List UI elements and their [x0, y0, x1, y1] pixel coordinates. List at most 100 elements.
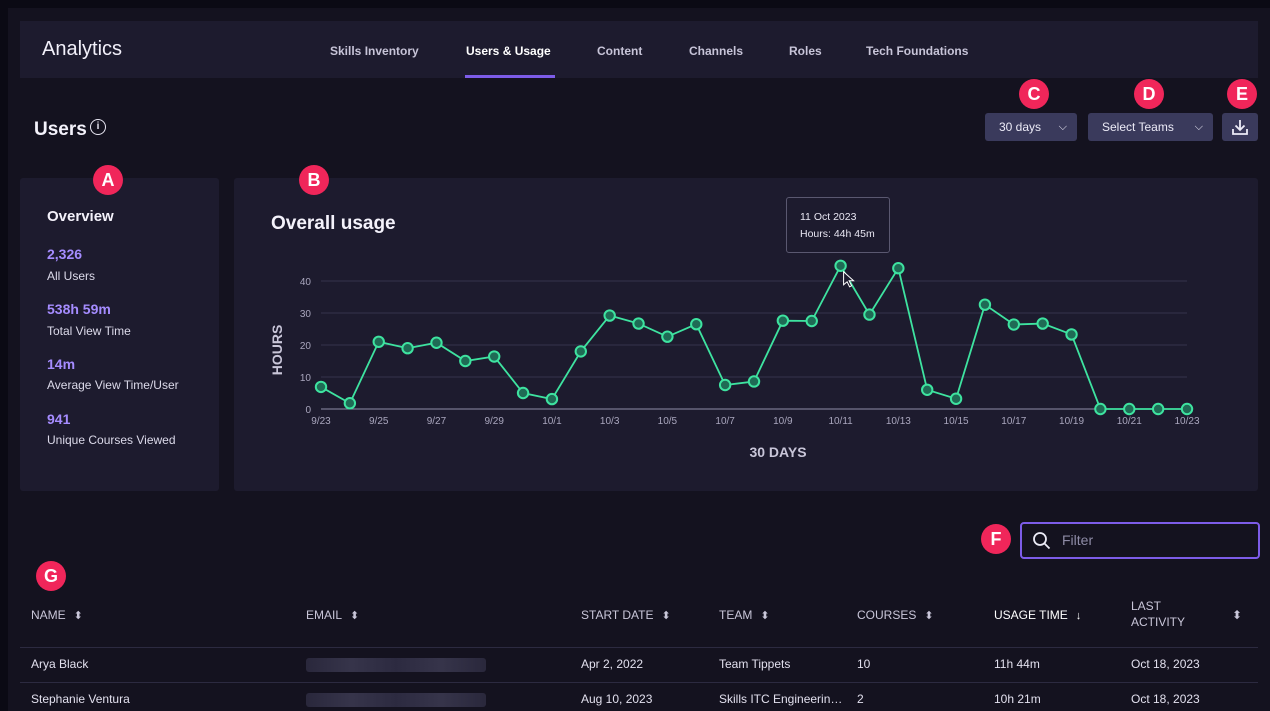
data-point	[545, 392, 559, 406]
column-header-usage-time[interactable]: USAGE TIME ↓	[994, 608, 1081, 622]
usage-chart-card: Overall usage 0 10 20 30 40 9/23 9/25 9/27 9/29 1…	[234, 178, 1258, 491]
data-point	[516, 386, 530, 400]
column-header-name[interactable]: NAME ⬍	[31, 608, 83, 622]
filter-box[interactable]	[1020, 522, 1260, 559]
tab-tech-foundations[interactable]: Tech Foundations	[866, 44, 968, 58]
data-point	[372, 335, 385, 349]
stat-unique-courses-value: 941	[47, 411, 71, 427]
annotation-badge-a: A	[93, 165, 123, 195]
x-tick-label: 9/25	[369, 416, 389, 427]
data-point	[574, 345, 587, 358]
cell-name[interactable]: Stephanie Ventura	[31, 692, 130, 706]
cell-usage-time: 10h 21m	[994, 692, 1041, 706]
data-point	[805, 314, 818, 328]
column-header-label: START DATE	[581, 608, 654, 622]
data-point	[459, 354, 472, 368]
column-header-label: NAME	[31, 608, 66, 622]
stat-total-view-time-value: 538h 59m	[47, 301, 111, 317]
range-dropdown[interactable]: 30 days ⌵	[985, 113, 1077, 141]
top-navigation: Analytics Skills Inventory Users & Usage…	[20, 21, 1258, 78]
column-header-last-activity[interactable]: LAST ACTIVITY	[1131, 598, 1185, 630]
x-tick-label: 10/3	[600, 416, 620, 427]
data-point	[1007, 318, 1020, 331]
x-tick-label: 9/29	[484, 416, 504, 427]
y-tick-label: 30	[300, 309, 312, 320]
download-button[interactable]	[1222, 113, 1258, 141]
data-point	[314, 380, 328, 394]
column-header-label: EMAIL	[306, 608, 343, 622]
cell-courses: 10	[857, 657, 871, 671]
data-point	[892, 262, 905, 275]
column-header-label: LAST ACTIVITY	[1131, 599, 1186, 629]
stat-avg-view-time-label: Average View Time/User	[47, 378, 179, 392]
tooltip-date: 11 Oct 2023	[800, 211, 857, 223]
tab-users-usage[interactable]: Users & Usage	[466, 44, 551, 58]
app-frame: Analytics Skills Inventory Users & Usage…	[8, 8, 1270, 711]
data-point	[1065, 328, 1078, 341]
data-point	[863, 308, 876, 321]
stat-total-view-time-label: Total View Time	[47, 324, 131, 338]
data-point	[921, 383, 934, 397]
sort-icon: ⬍	[924, 610, 934, 622]
data-point	[1180, 402, 1194, 416]
column-header-email[interactable]: EMAIL ⬍	[306, 608, 359, 622]
cell-name[interactable]: Arya Black	[31, 657, 88, 671]
x-tick-label: 9/27	[427, 416, 447, 427]
y-tick-label: 20	[300, 341, 312, 352]
tab-roles[interactable]: Roles	[789, 44, 822, 58]
column-header-courses[interactable]: COURSES ⬍	[857, 608, 934, 622]
column-header-team[interactable]: TEAM ⬍	[719, 608, 770, 622]
data-point	[718, 378, 732, 392]
data-point	[632, 317, 645, 330]
tab-channels[interactable]: Channels	[689, 44, 743, 58]
cell-email-redacted	[306, 658, 486, 672]
column-header-start-date[interactable]: START DATE ⬍	[581, 608, 671, 622]
x-tick-label: 9/23	[311, 416, 331, 427]
teams-dropdown[interactable]: Select Teams ⌵	[1088, 113, 1213, 141]
annotation-badge-c: C	[1019, 79, 1049, 109]
column-header-label: COURSES	[857, 608, 917, 622]
download-icon	[1232, 120, 1248, 135]
data-point	[978, 298, 992, 311]
annotation-badge-f: F	[981, 524, 1011, 554]
column-header-label: USAGE TIME	[994, 608, 1068, 622]
cell-start-date: Aug 10, 2023	[581, 692, 653, 706]
cell-last-activity: Oct 18, 2023	[1131, 692, 1200, 706]
teams-dropdown-label: Select Teams	[1102, 120, 1174, 134]
sort-icon: ⬍	[661, 610, 671, 622]
cell-usage-time: 11h 44m	[994, 657, 1040, 671]
sort-icon: ⬍	[350, 610, 360, 622]
x-tick-label: 10/7	[715, 416, 735, 427]
chevron-down-icon: ⌵	[1194, 121, 1203, 133]
data-point	[690, 318, 703, 331]
annotation-badge-e: E	[1227, 79, 1257, 109]
x-tick-label: 10/19	[1059, 416, 1084, 427]
tooltip-hours: Hours: 44h 45m	[800, 228, 875, 240]
x-tick-label: 10/17	[1001, 416, 1026, 427]
sort-icon[interactable]: ⬍	[1232, 608, 1242, 622]
data-point	[1123, 402, 1136, 416]
filter-input[interactable]	[1060, 531, 1244, 549]
x-tick-label: 10/1	[542, 416, 562, 427]
data-point	[488, 350, 501, 363]
x-tick-label: 10/21	[1117, 416, 1142, 427]
app-title: Analytics	[42, 38, 123, 60]
table-divider	[20, 682, 1258, 683]
x-tick-label: 10/13	[886, 416, 911, 427]
stat-all-users-value: 2,326	[47, 246, 83, 262]
data-point	[661, 330, 674, 343]
tab-content[interactable]: Content	[597, 44, 642, 58]
data-point	[747, 375, 761, 388]
x-tick-label: 10/5	[658, 416, 678, 427]
y-tick-label: 0	[305, 405, 311, 416]
column-header-label: TEAM	[719, 608, 753, 622]
usage-chart: 0 10 20 30 40 9/23 9/25 9/27 9/29 10/1 10/3 10/5 10/…	[269, 259, 1200, 460]
y-tick-label: 10	[300, 373, 312, 384]
sort-icon: ⬍	[760, 610, 770, 622]
y-axis-label: HOURS	[269, 325, 285, 376]
overview-title: Overview	[47, 208, 114, 225]
tab-skills-inventory[interactable]: Skills Inventory	[330, 44, 419, 58]
range-dropdown-label: 30 days	[999, 120, 1042, 134]
info-icon[interactable]: i	[90, 119, 106, 135]
x-tick-label: 10/11	[828, 416, 853, 427]
